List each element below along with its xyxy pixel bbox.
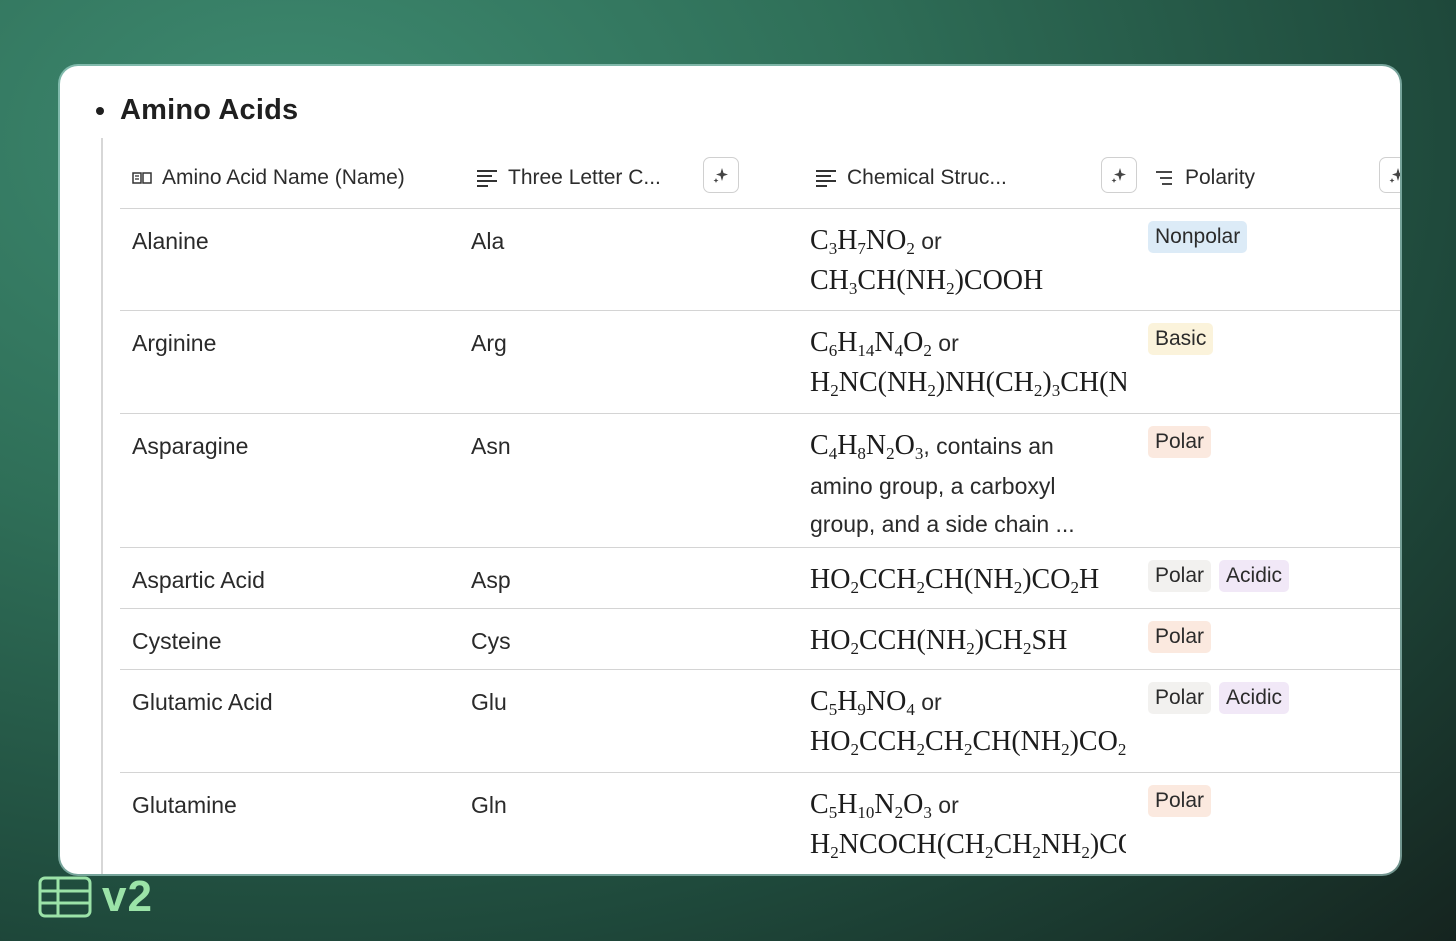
formula: CH3CH(NH2)COOH: [810, 265, 1044, 298]
title-property-icon: [132, 170, 152, 186]
formula: HO2CCH(NH2)CH2SH: [810, 625, 1068, 658]
column-header-polarity[interactable]: Polarity: [1155, 148, 1255, 208]
code-cell[interactable]: Cys: [471, 623, 511, 659]
name-cell[interactable]: Glutamic Acid: [132, 684, 273, 720]
polarity-tag: Polar: [1148, 682, 1212, 714]
polarity-tag: Basic: [1148, 323, 1214, 355]
formula: C5H9NO4: [810, 686, 915, 719]
version-logo: v2: [38, 872, 153, 922]
polarity-cell[interactable]: Basic: [1148, 323, 1214, 355]
table-header: Amino Acid Name (Name) Three Letter C...…: [120, 148, 1400, 209]
polarity-cell[interactable]: Polar Acidic: [1148, 682, 1290, 714]
ai-autofill-button[interactable]: [703, 157, 739, 193]
indent-guide: [101, 138, 103, 874]
polarity-cell[interactable]: Polar: [1148, 785, 1212, 817]
table-row[interactable]: Glutamic Acid Glu C5H9NO4 or HO2CCH2CH2C…: [120, 670, 1400, 773]
chemical-cell[interactable]: C3H7NO2 or CH3CH(NH2)COOH: [810, 223, 1126, 303]
code-cell[interactable]: Asn: [471, 428, 511, 464]
name-cell[interactable]: Alanine: [132, 223, 209, 259]
polarity-tag: Polar: [1148, 426, 1212, 458]
formula: HO2CCH2CH(NH2)CO2H: [810, 564, 1100, 597]
code-cell[interactable]: Gln: [471, 787, 507, 823]
ai-autofill-button[interactable]: [1379, 157, 1400, 193]
polarity-tag: Acidic: [1219, 560, 1290, 592]
bullet-icon: [96, 106, 104, 115]
sparkle-icon: [713, 168, 728, 183]
column-label: Chemical Struc...: [847, 166, 1007, 189]
formula: H2NC(NH2)NH(CH2)3CH(NH2)COOH: [810, 367, 1126, 400]
column-header-name[interactable]: Amino Acid Name (Name): [132, 148, 405, 208]
polarity-cell[interactable]: Polar Acidic: [1148, 560, 1290, 592]
name-cell[interactable]: Glutamine: [132, 787, 237, 823]
column-header-code[interactable]: Three Letter C...: [476, 148, 661, 208]
version-label: v2: [102, 872, 153, 921]
polarity-cell[interactable]: Polar: [1148, 621, 1212, 653]
name-cell[interactable]: Asparagine: [132, 428, 248, 464]
formula: H2NCOCH(CH2CH2NH2)COOH: [810, 829, 1126, 862]
formula: C6H14N4O2: [810, 327, 932, 360]
code-cell[interactable]: Arg: [471, 325, 507, 361]
name-cell[interactable]: Aspartic Acid: [132, 562, 265, 598]
code-cell[interactable]: Asp: [471, 562, 511, 598]
polarity-tag: Acidic: [1219, 682, 1290, 714]
polarity-cell[interactable]: Polar: [1148, 426, 1212, 458]
polarity-tag: Polar: [1148, 621, 1212, 653]
table-row[interactable]: Aspartic Acid Asp HO2CCH2CH(NH2)CO2H Pol…: [120, 548, 1400, 609]
code-cell[interactable]: Ala: [471, 223, 504, 259]
page-title[interactable]: Amino Acids: [120, 94, 298, 127]
sparkle-icon: [1389, 168, 1400, 183]
column-header-chemical[interactable]: Chemical Struc...: [815, 148, 1007, 208]
chemical-cell[interactable]: C5H10N2O3 or H2NCOCH(CH2CH2NH2)COOH: [810, 787, 1126, 867]
name-cell[interactable]: Cysteine: [132, 623, 221, 659]
polarity-cell[interactable]: Nonpolar: [1148, 221, 1248, 253]
text-lines-icon: [476, 169, 498, 187]
code-cell[interactable]: Glu: [471, 684, 507, 720]
chemical-cell[interactable]: C5H9NO4 or HO2CCH2CH2CH(NH2)CO2H: [810, 684, 1126, 764]
column-label: Polarity: [1185, 166, 1256, 189]
table-row[interactable]: Alanine Ala C3H7NO2 or CH3CH(NH2)COOH No…: [120, 209, 1400, 311]
column-label: Three Letter C...: [508, 166, 661, 189]
page-heading: Amino Acids: [96, 94, 298, 127]
chemical-cell[interactable]: HO2CCH2CH(NH2)CO2H: [810, 562, 1126, 602]
chemical-cell[interactable]: C4H8N2O3, contains an amino group, a car…: [810, 428, 1126, 544]
table-row[interactable]: Cysteine Cys HO2CCH(NH2)CH2SH Polar: [120, 609, 1400, 670]
column-label: Amino Acid Name (Name): [162, 166, 405, 189]
chemical-cell[interactable]: HO2CCH(NH2)CH2SH: [810, 623, 1126, 663]
polarity-tag: Polar: [1148, 785, 1212, 817]
formula: C5H10N2O3: [810, 789, 932, 822]
table-row[interactable]: Asparagine Asn C4H8N2O3, contains an ami…: [120, 414, 1400, 548]
name-cell[interactable]: Arginine: [132, 325, 216, 361]
chemical-cell[interactable]: C6H14N4O2 or H2NC(NH2)NH(CH2)3CH(NH2)COO…: [810, 325, 1126, 405]
table-row[interactable]: Glutamine Gln C5H10N2O3 or H2NCOCH(CH2CH…: [120, 773, 1400, 874]
database-card: Amino Acids Amino Acid Name (Name) Three…: [60, 66, 1400, 874]
text-lines-icon: [815, 169, 837, 187]
multi-select-icon: [1155, 170, 1175, 186]
table-row[interactable]: Arginine Arg C6H14N4O2 or H2NC(NH2)NH(CH…: [120, 311, 1400, 414]
formula: C3H7NO2: [810, 225, 915, 258]
formula: C4H8N2O3: [810, 430, 924, 463]
table-icon: [38, 876, 92, 918]
ai-autofill-button[interactable]: [1101, 157, 1137, 193]
sparkle-icon: [1111, 168, 1126, 183]
polarity-tag: Polar: [1148, 560, 1212, 592]
polarity-tag: Nonpolar: [1148, 221, 1248, 253]
database-table: Amino Acid Name (Name) Three Letter C...…: [120, 148, 1400, 874]
formula: HO2CCH2CH2CH(NH2)CO2H: [810, 726, 1126, 759]
